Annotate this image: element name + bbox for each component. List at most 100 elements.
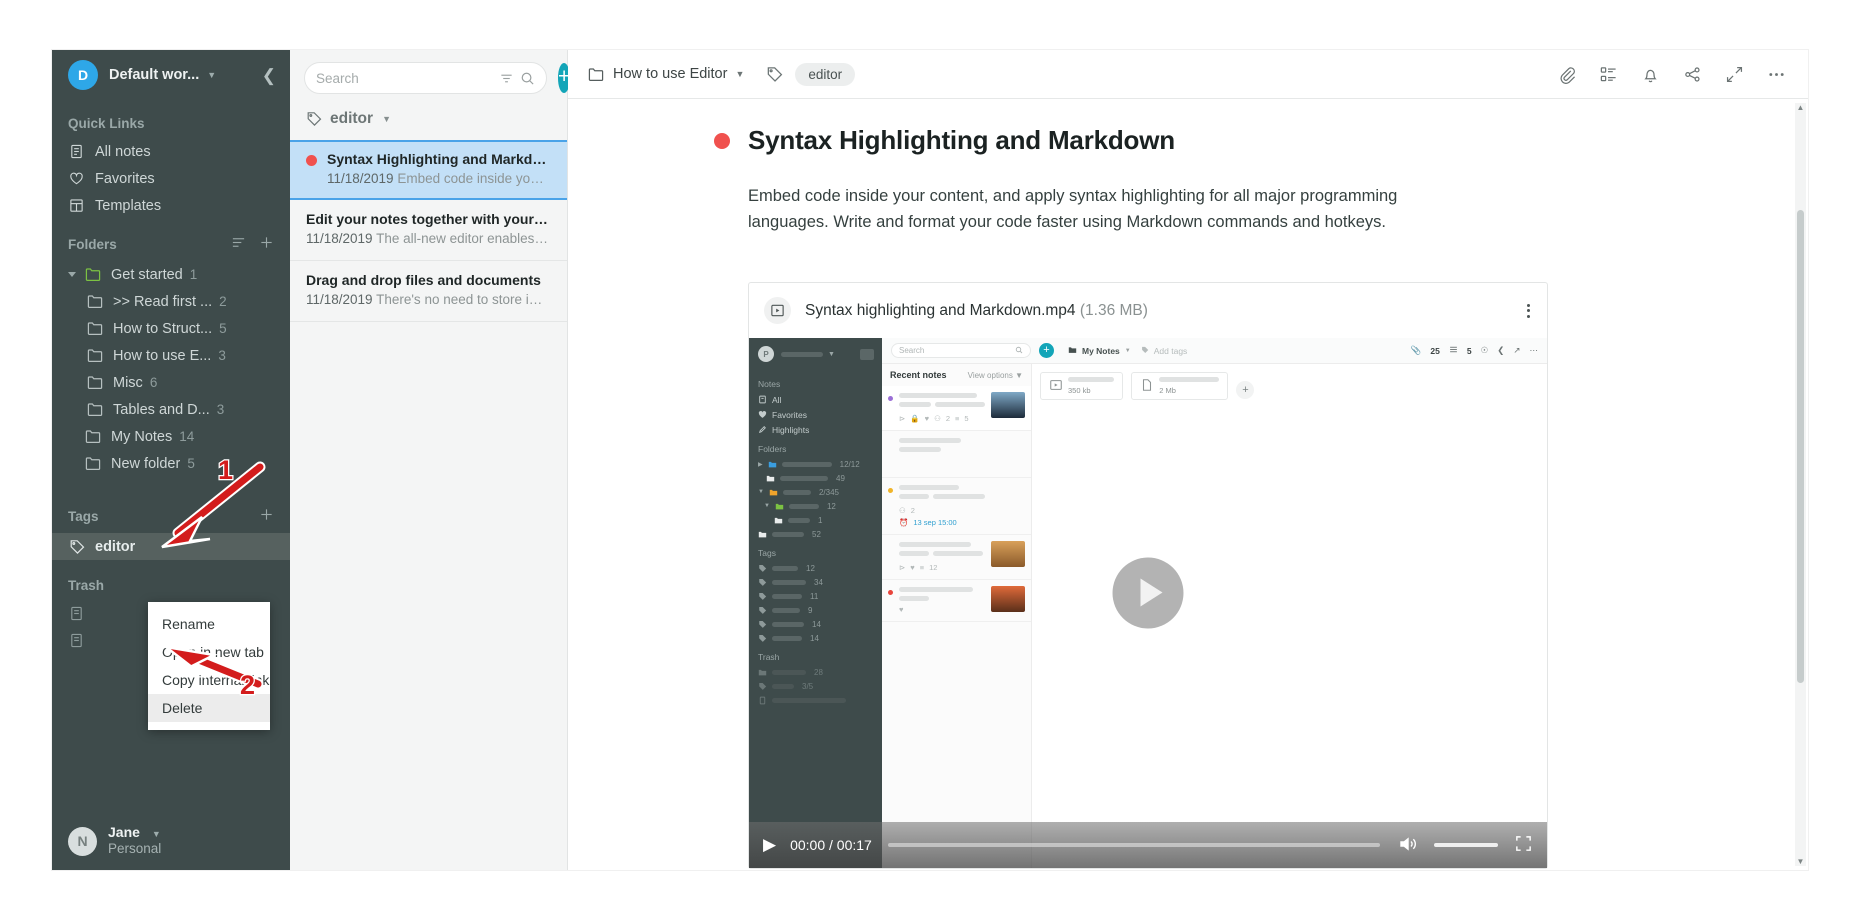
sort-folders-icon[interactable] [231, 235, 246, 254]
sidebar-folder-label: Get started [111, 266, 183, 283]
fullscreen-icon[interactable] [1514, 834, 1533, 856]
poster-folder-row: 1 [749, 513, 882, 527]
templates-icon [68, 197, 85, 214]
highlight-pen-icon [758, 425, 767, 434]
list-item[interactable]: Drag and drop files and documents 11/18/… [290, 261, 567, 322]
chevron-down-icon[interactable] [68, 272, 76, 277]
search-input[interactable] [316, 70, 493, 86]
note-excerpt: The all-new editor enables y... [376, 231, 551, 246]
poster-main: Search + My Notes ▼ Add tags 📎 25 5 ☉ ❮ … [882, 338, 1547, 869]
sidebar-item-all-notes[interactable]: All notes [52, 138, 290, 165]
sidebar-item-templates[interactable]: Templates [52, 192, 290, 219]
poster-attachment-size: 2 Mb [1159, 386, 1176, 396]
breadcrumb[interactable]: How to use Editor ▼ [588, 66, 744, 82]
workspace-header[interactable]: D Default wor... ▼ ❮ [52, 50, 290, 100]
sidebar-item-favorites[interactable]: Favorites [52, 165, 290, 192]
chevron-down-icon: ▼ [1124, 347, 1131, 354]
poster-placeholder-bar [772, 669, 806, 675]
folder-icon [86, 374, 103, 391]
context-menu-item-open-in-new-tab[interactable]: Open in new tab [148, 638, 270, 666]
folder-icon [774, 516, 783, 525]
editor-tag-chip[interactable]: editor [795, 62, 856, 86]
chevron-down-icon[interactable]: ▼ [382, 114, 391, 124]
sidebar-tag-editor[interactable]: editor [52, 533, 290, 560]
context-menu-item-copy-internal-link[interactable]: Copy internal link [148, 666, 270, 694]
notelist-filter-tag[interactable]: editor ▼ [290, 104, 567, 140]
quick-links-title: Quick Links [52, 116, 290, 131]
scrollbar-thumb[interactable] [1797, 209, 1804, 683]
task-list-icon [1449, 345, 1458, 356]
sidebar-folder-read-first[interactable]: >> Read first ... 2 [52, 288, 290, 315]
attachment-header: Syntax highlighting and Markdown.mp4 (1.… [749, 283, 1547, 338]
volume-icon[interactable] [1398, 834, 1418, 857]
note-body: Syntax Highlighting and Markdown Embed c… [568, 99, 1808, 870]
sidebar-folder-misc[interactable]: Misc 6 [52, 369, 290, 396]
task-list-icon: ≡ [919, 563, 925, 573]
user-name-text: Jane [108, 823, 140, 840]
chevron-down-icon[interactable]: ▼ [152, 829, 161, 839]
poster-note-card: ♥ [882, 580, 1031, 623]
poster-trash-title: Trash [758, 652, 780, 663]
sidebar-folder-get-started[interactable]: Get started 1 [52, 261, 290, 288]
video-player[interactable]: P ▼ Notes All Favorites Highlights Folde… [749, 338, 1547, 869]
poster-nav-item: Highlights [749, 422, 882, 437]
sidebar-folder-how-to-structure[interactable]: How to Struct... 5 [52, 315, 290, 342]
poster-tag-row: 34 [749, 575, 882, 589]
sidebar-folder-new-folder[interactable]: New folder 5 [52, 450, 290, 477]
volume-slider[interactable] [1434, 843, 1498, 848]
poster-breadcrumb: My Notes [1082, 345, 1120, 356]
note-color-dot[interactable] [714, 132, 730, 149]
tag-icon [758, 564, 767, 573]
tag-icon [306, 111, 322, 127]
play-icon[interactable]: ▶ [763, 835, 776, 855]
user-bar[interactable]: N Jane ▼ Personal [52, 812, 290, 870]
chevron-down-icon[interactable]: ▼ [735, 69, 744, 79]
collapse-sidebar-icon[interactable]: ❮ [262, 67, 276, 84]
sidebar-folder-count: 5 [187, 456, 195, 471]
scroll-down-icon[interactable]: ▼ [1795, 857, 1806, 866]
folder-icon [84, 266, 101, 283]
comment-icon: ⚇ [899, 506, 906, 516]
play-button[interactable] [1112, 557, 1184, 629]
search-icon[interactable] [520, 71, 535, 86]
note-icon [68, 143, 85, 160]
add-folder-icon[interactable] [259, 235, 274, 254]
poster-search-placeholder: Search [899, 346, 925, 356]
poster-menu-icon [860, 348, 874, 360]
sidebar-folder-label: >> Read first ... [113, 293, 213, 310]
sidebar-folder-my-notes[interactable]: My Notes 14 [52, 423, 290, 450]
chevron-down-icon: ▼ [764, 503, 770, 510]
context-menu-item-delete[interactable]: Delete [148, 694, 270, 722]
add-tag-icon[interactable] [259, 507, 274, 526]
editor-scrollbar[interactable]: ▲ ▼ [1795, 103, 1806, 866]
note-list-panel: + editor ▼ Syntax Highlighting and Markd… [290, 50, 571, 870]
filter-icon[interactable] [499, 71, 514, 86]
video-file-icon [1049, 378, 1063, 394]
poster-reminder: 13 sep 15:00 [913, 518, 957, 528]
share-icon[interactable] [1683, 65, 1702, 84]
list-item[interactable]: Syntax Highlighting and Markdown 11/18/2… [290, 140, 567, 200]
more-options-icon[interactable] [1767, 65, 1786, 84]
heart-icon [68, 170, 85, 187]
poster-tag-count: 12 [806, 563, 815, 573]
attachment-icon[interactable] [1557, 65, 1576, 84]
folder-icon [769, 488, 778, 497]
task-list-icon[interactable] [1599, 65, 1618, 84]
list-item[interactable]: Edit your notes together with your t... … [290, 200, 567, 261]
tag-icon[interactable] [766, 66, 783, 83]
scroll-up-icon[interactable]: ▲ [1795, 103, 1806, 112]
reminder-bell-icon[interactable] [1641, 65, 1660, 84]
folder-icon [1068, 346, 1077, 356]
chevron-down-icon[interactable]: ▼ [207, 70, 216, 80]
expand-icon[interactable] [1725, 65, 1744, 84]
tag-icon [758, 682, 767, 691]
context-menu-item-rename[interactable]: Rename [148, 610, 270, 638]
video-progress-bar[interactable] [887, 843, 1380, 848]
search-box[interactable] [304, 62, 547, 94]
sidebar-item-label: All notes [95, 143, 151, 160]
poster-nav-item: Favorites [749, 407, 882, 422]
reminder-bell-icon: ⏰ [899, 518, 909, 528]
sidebar-folder-tables-and-data[interactable]: Tables and D... 3 [52, 396, 290, 423]
more-options-icon[interactable] [1527, 303, 1530, 318]
sidebar-folder-how-to-use-editor[interactable]: How to use E... 3 [52, 342, 290, 369]
